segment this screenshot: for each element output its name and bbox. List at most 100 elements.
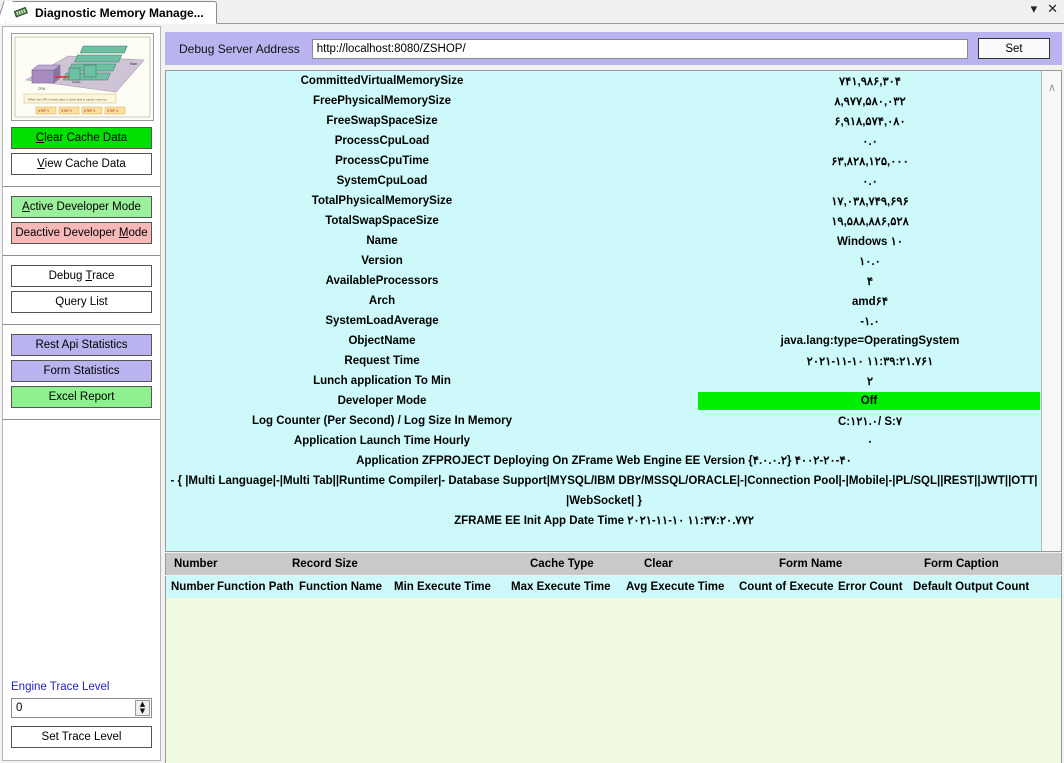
- info-row-key: SystemCpuLoad: [336, 175, 428, 187]
- function-table-column-header[interactable]: Count of Execute: [739, 576, 834, 598]
- view-cache-data-button[interactable]: View Cache Data: [11, 153, 152, 175]
- info-row-key: Name: [366, 235, 398, 247]
- sidebar-group-statistics: Rest Api Statistics Form Statistics Exce…: [3, 325, 160, 420]
- info-wide-row: - { |Multi Language|-|Multi Tab||Runtime…: [170, 475, 1038, 507]
- clear-cache-data-button[interactable]: Clear Cache Data: [11, 127, 152, 149]
- info-row-value: ۰: [866, 436, 874, 448]
- window-controls: ▾ ✕: [1031, 3, 1058, 16]
- title-bar: Diagnostic Memory Manage... ▾ ✕: [0, 0, 1064, 24]
- rest-api-statistics-button[interactable]: Rest Api Statistics: [11, 334, 152, 356]
- info-wide-row: Application ZFPROJECT Deploying On ZFram…: [356, 455, 852, 467]
- function-table-column-header[interactable]: Number: [171, 576, 214, 598]
- query-list-label: Query List: [55, 296, 108, 308]
- svg-text:STEP 2: STEP 2: [61, 109, 72, 113]
- stepper-down-icon[interactable]: ▼: [136, 708, 149, 715]
- info-row-key: FreeSwapSpaceSize: [326, 115, 438, 127]
- deactive-dev-label-b: ode: [128, 227, 148, 239]
- debug-server-address-bar: Debug Server Address Set: [165, 32, 1062, 65]
- svg-text:When the CPU needs data, it lo: When the CPU needs data, it looks first …: [28, 98, 107, 102]
- trace-level-stepper[interactable]: ▲ ▼: [11, 698, 152, 718]
- info-row-value: ۲۰۲۱-۱۱-۱۰ ۱۱:۳۹:۲۱.۷۶۱: [806, 356, 934, 368]
- function-table-column-header[interactable]: Default Output Count: [913, 576, 1029, 598]
- minimize-icon[interactable]: ▾: [1031, 3, 1038, 16]
- info-row-value: ۱۹,۵۸۸,۸۸۶,۵۲۸: [831, 216, 909, 228]
- svg-text:STEP 1: STEP 1: [38, 109, 49, 113]
- cache-table-column-header[interactable]: Clear: [644, 553, 673, 575]
- info-row-key: Version: [361, 255, 403, 267]
- info-row-key: Lunch application To Min: [313, 375, 451, 387]
- function-statistics-table-header: Number Function Path Function Name Min Exec…: [165, 576, 1062, 598]
- cache-table-column-header[interactable]: Form Caption: [924, 553, 999, 575]
- cpu-cache-memory-diagram: CPU Cache Ram When the CPU needs data, i…: [11, 33, 154, 121]
- query-list-button[interactable]: Query List: [11, 291, 152, 313]
- set-address-button[interactable]: Set: [978, 38, 1050, 59]
- info-row-value: ۸,۹۷۷,۵۸۰,۰۳۲: [834, 96, 906, 108]
- tab-diagnostic-memory-manager[interactable]: Diagnostic Memory Manage...: [5, 1, 217, 24]
- active-dev-label: ctive Developer Mode: [29, 201, 141, 213]
- debug-trace-button[interactable]: Debug Trace: [11, 265, 152, 287]
- view-cache-label: iew Cache Data: [44, 158, 126, 170]
- info-row-key: CommittedVirtualMemorySize: [300, 75, 464, 87]
- statistics-grid-body[interactable]: ∨: [165, 598, 1062, 763]
- info-row-value: ۱۷,۰۳۸,۷۴۹,۶۹۶: [831, 196, 909, 208]
- info-row-value: C:۱۲۱.۰/ S:۷: [837, 416, 903, 428]
- info-row-value: amd۶۴: [852, 296, 888, 308]
- info-row: ProcessCpuLoad ۰.۰: [166, 131, 1042, 151]
- tab-label: Diagnostic Memory Manage...: [35, 5, 204, 20]
- active-developer-mode-button[interactable]: Active Developer Mode: [11, 196, 152, 218]
- excel-report-button[interactable]: Excel Report: [11, 386, 152, 408]
- info-row-value: ۰.۰: [862, 176, 878, 188]
- function-table-column-header[interactable]: Error Count: [838, 576, 903, 598]
- info-row: Log Counter (Per Second) / Log Size In M…: [166, 411, 1042, 431]
- info-row-value: ۷۴۱,۹۸۶,۳۰۴: [839, 76, 901, 88]
- function-table-column-header[interactable]: Avg Execute Time: [626, 576, 724, 598]
- deactive-developer-mode-button[interactable]: Deactive Developer Mode: [11, 222, 152, 244]
- cache-table-header: Number Record Size Cache Type Clear Form Nam…: [165, 553, 1062, 575]
- sidebar-group-cache: CPU Cache Ram When the CPU needs data, i…: [3, 27, 160, 187]
- set-address-label: Set: [1005, 42, 1023, 55]
- info-row-value: ۰.۰: [862, 136, 878, 148]
- cache-table-column-header[interactable]: Record Size: [292, 553, 358, 575]
- info-vertical-scrollbar[interactable]: ∧: [1041, 71, 1061, 551]
- info-row-value: ۱۰.۰: [859, 256, 881, 268]
- info-row: TotalPhysicalMemorySize ۱۷,۰۳۸,۷۴۹,۶۹۶: [166, 191, 1042, 211]
- svg-text:CPU: CPU: [38, 87, 46, 91]
- cache-table-column-header[interactable]: Cache Type: [530, 553, 594, 575]
- info-row: ObjectName java.lang:type=OperatingSystem: [166, 331, 1042, 351]
- set-trace-level-label: Set Trace Level: [41, 731, 122, 743]
- trace-level-input[interactable]: [12, 699, 132, 717]
- info-row: CommittedVirtualMemorySize ۷۴۱,۹۸۶,۳۰۴: [166, 71, 1042, 91]
- system-info-pane: CommittedVirtualMemorySize ۷۴۱,۹۸۶,۳۰۴ Fre…: [165, 70, 1062, 552]
- cache-table-column-header[interactable]: Number: [174, 553, 217, 575]
- info-row-value: ۲: [866, 376, 874, 388]
- function-table-column-header[interactable]: Function Path: [217, 576, 294, 598]
- info-row-value-highlighted: Off: [698, 392, 1040, 410]
- svg-text:Ram: Ram: [130, 62, 137, 66]
- form-statistics-button[interactable]: Form Statistics: [11, 360, 152, 382]
- info-row-key: ProcessCpuLoad: [334, 135, 430, 147]
- info-row: Name Windows ۱۰: [166, 231, 1042, 251]
- info-row: Arch amd۶۴: [166, 291, 1042, 311]
- set-trace-level-button[interactable]: Set Trace Level: [11, 726, 152, 748]
- main-panel: Debug Server Address Set CommittedVirtua…: [165, 26, 1062, 763]
- info-row-value: ۶۳,۸۲۸,۱۲۵,۰۰۰: [831, 156, 909, 168]
- info-row: Lunch application To Min ۲: [166, 371, 1042, 391]
- close-icon[interactable]: ✕: [1047, 3, 1058, 16]
- info-row-key: ProcessCpuTime: [335, 155, 429, 167]
- clear-cache-label: lear Cache Data: [44, 132, 128, 144]
- info-row-value: -۱.۰: [860, 316, 880, 328]
- debug-server-address-input[interactable]: [311, 38, 968, 59]
- function-table-column-header[interactable]: Min Execute Time: [394, 576, 491, 598]
- info-row-key: TotalSwapSpaceSize: [325, 215, 439, 227]
- stepper-buttons[interactable]: ▲ ▼: [135, 700, 150, 716]
- info-row: TotalSwapSpaceSize ۱۹,۵۸۸,۸۸۶,۵۲۸: [166, 211, 1042, 231]
- info-row: ProcessCpuTime ۶۳,۸۲۸,۱۲۵,۰۰۰: [166, 151, 1042, 171]
- svg-text:STEP 4: STEP 4: [107, 109, 118, 113]
- application-window: Diagnostic Memory Manage... ▾ ✕ CPU Cach…: [0, 0, 1064, 763]
- scroll-up-icon[interactable]: ∧: [1042, 79, 1061, 95]
- form-stats-label: Form Statistics: [43, 365, 120, 377]
- function-table-column-header[interactable]: Function Name: [299, 576, 382, 598]
- cache-table-column-header[interactable]: Form Name: [779, 553, 842, 575]
- info-row: Developer Mode Off: [166, 391, 1042, 411]
- function-table-column-header[interactable]: Max Execute Time: [511, 576, 611, 598]
